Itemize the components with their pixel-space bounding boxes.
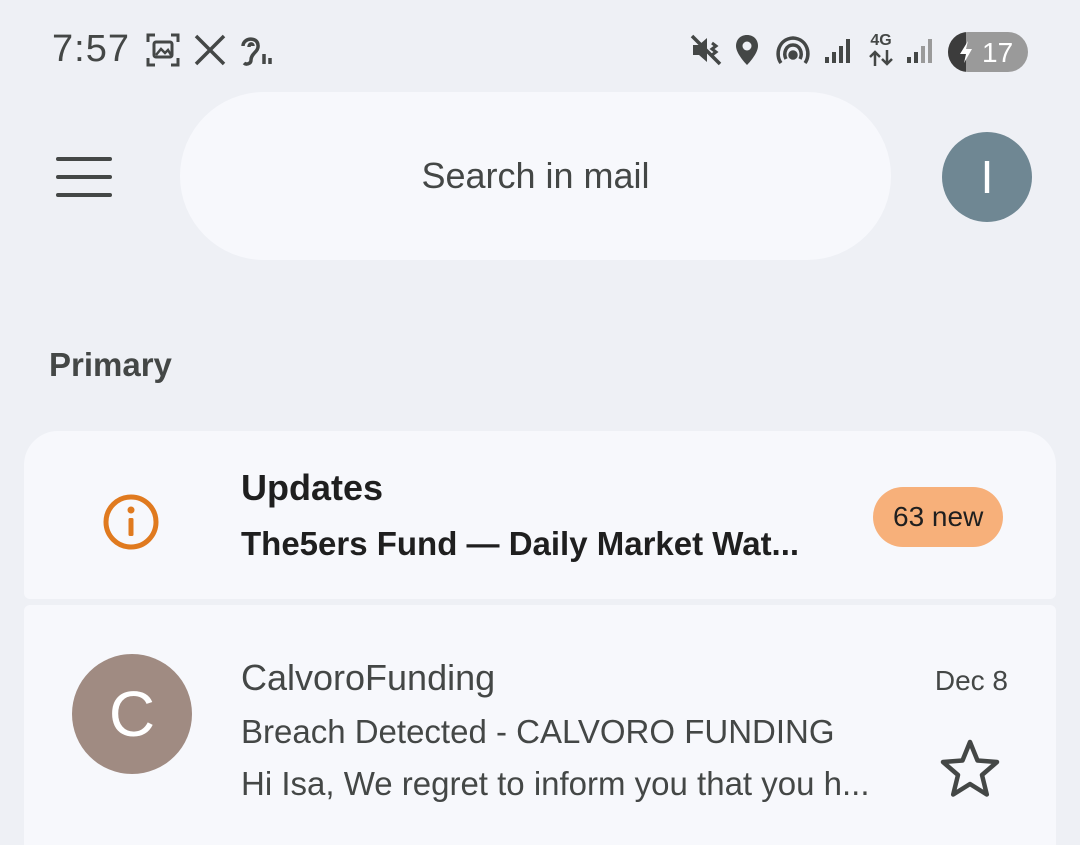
sender-avatar[interactable]: C (72, 654, 192, 774)
star-icon[interactable] (938, 737, 1002, 801)
screenshot-icon (143, 30, 183, 70)
hamburger-icon-line (56, 157, 112, 161)
signal-icon (822, 30, 856, 70)
battery-indicator: 17 (948, 32, 1028, 72)
section-title: Primary (49, 346, 172, 383)
updates-snippet: The5ers Fund — Daily Market Wat... (241, 525, 800, 562)
hamburger-icon-line (56, 193, 112, 197)
info-icon (103, 494, 159, 550)
hamburger-icon-line (56, 175, 112, 179)
status-time: 7:57 (52, 28, 130, 70)
email-preview: Hi Isa, We regret to inform you that you… (241, 765, 870, 802)
network-type-label: 4G (870, 32, 892, 49)
search-bar[interactable]: Search in mail (180, 92, 891, 260)
hearing-icon (236, 30, 276, 70)
email-list-item[interactable]: C CalvoroFunding Dec 8 Breach Detected -… (24, 605, 1056, 845)
email-date: Dec 8 (934, 665, 1008, 696)
updates-category-row[interactable]: Updates The5ers Fund — Daily Market Wat.… (24, 431, 1056, 599)
email-sender: CalvoroFunding (241, 657, 496, 698)
search-placeholder: Search in mail (421, 155, 650, 196)
charging-bolt-icon (960, 41, 972, 63)
new-count-badge: 63 new (873, 487, 1004, 547)
battery-level: 17 (982, 37, 1014, 68)
x-app-icon (190, 30, 230, 70)
vibrate-mute-icon (688, 30, 724, 70)
4g-data-icon: 4G (864, 30, 898, 70)
signal-2-icon (904, 30, 938, 70)
status-bar: 7:57 4G 17 (0, 0, 1080, 100)
hotspot-icon (774, 30, 812, 70)
menu-button[interactable] (52, 150, 116, 204)
location-icon (732, 30, 762, 70)
email-subject: Breach Detected - CALVORO FUNDING (241, 713, 835, 750)
updates-title: Updates (241, 467, 384, 508)
account-avatar[interactable]: I (942, 132, 1032, 222)
